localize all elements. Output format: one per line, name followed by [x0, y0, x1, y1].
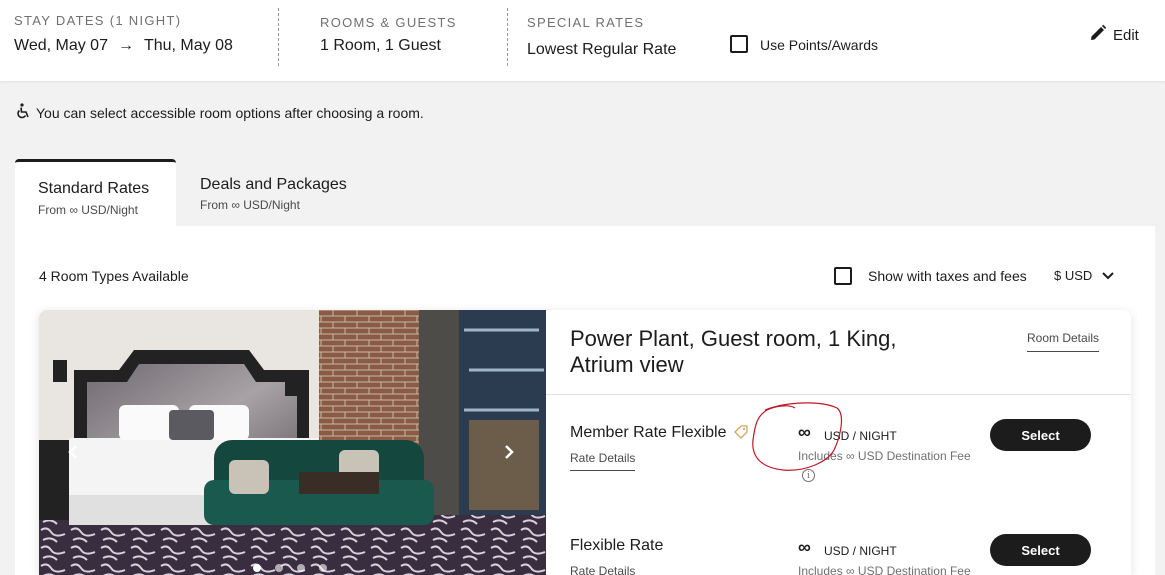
- show-taxes-checkbox[interactable]: [834, 267, 852, 285]
- show-taxes-label: Show with taxes and fees: [868, 268, 1027, 284]
- rate-price: ∞: [798, 422, 811, 442]
- divider: [278, 8, 279, 66]
- room-types-count: 4 Room Types Available: [39, 268, 189, 284]
- accessibility-notice: You can select accessible room options a…: [16, 103, 424, 122]
- checkin-date: Wed, May 07: [14, 37, 108, 54]
- rooms-guests-label: ROOMS & GUESTS: [320, 15, 457, 30]
- carousel-dot[interactable]: [275, 564, 283, 572]
- rate-details-link[interactable]: Rate Details: [570, 564, 635, 575]
- search-summary-bar: STAY DATES (1 NIGHT) Wed, May 07 → Thu, …: [0, 0, 1165, 81]
- use-points-label: Use Points/Awards: [760, 37, 879, 53]
- arrow-right-icon: →: [117, 37, 134, 54]
- special-rates-label: SPECIAL RATES: [527, 15, 645, 30]
- select-rate-button[interactable]: Select: [990, 534, 1091, 566]
- pencil-icon: [1089, 24, 1107, 46]
- carousel-prev-button[interactable]: [61, 434, 85, 474]
- carousel-dot[interactable]: [297, 564, 305, 572]
- special-rates-value[interactable]: Lowest Regular Rate: [527, 41, 676, 59]
- select-rate-button[interactable]: Select: [990, 419, 1091, 451]
- carousel-dots: [253, 564, 327, 572]
- stay-dates-label: STAY DATES (1 NIGHT): [14, 13, 182, 28]
- rate-price: ∞: [798, 537, 811, 557]
- divider: [546, 394, 1131, 395]
- destination-fee: Includes ∞ USD Destination Fee: [798, 449, 971, 463]
- checkout-date: Thu, May 08: [143, 37, 233, 54]
- rate-details-link[interactable]: Rate Details: [570, 451, 636, 471]
- tag-icon: [734, 425, 748, 444]
- destination-fee: Includes ∞ USD Destination Fee: [798, 564, 971, 575]
- edit-label: Edit: [1113, 26, 1139, 44]
- info-icon[interactable]: i: [802, 469, 815, 482]
- currency-selector[interactable]: $ USD: [1054, 268, 1115, 283]
- tab-standard-rates[interactable]: Standard Rates From ∞ USD/Night: [15, 159, 176, 227]
- chevron-down-icon: [1102, 268, 1115, 283]
- chevron-left-icon: [68, 444, 78, 464]
- rooms-guests-value[interactable]: 1 Room, 1 Guest: [320, 37, 441, 55]
- divider: [507, 8, 508, 66]
- carousel-dot[interactable]: [253, 564, 261, 572]
- rate-price-unit: USD / NIGHT: [824, 429, 897, 443]
- chevron-right-icon: [504, 444, 514, 464]
- currency-value: $ USD: [1054, 268, 1093, 283]
- rate-name: Flexible Rate: [570, 537, 664, 554]
- stay-dates-value[interactable]: Wed, May 07 → Thu, May 08: [14, 37, 233, 55]
- accessibility-notice-text: You can select accessible room options a…: [36, 104, 424, 121]
- tab-deals-and-packages[interactable]: Deals and Packages From ∞ USD/Night: [186, 160, 376, 222]
- carousel-dot[interactable]: [319, 564, 327, 572]
- use-points-checkbox[interactable]: [730, 35, 748, 53]
- room-title: Power Plant, Guest room, 1 King, Atrium …: [570, 326, 897, 377]
- rate-name: Member Rate Flexible: [570, 424, 727, 441]
- tab-subtitle: From ∞ USD/Night: [200, 198, 300, 212]
- tab-title: Deals and Packages: [200, 176, 347, 193]
- wheelchair-icon: [16, 103, 30, 122]
- room-photo: [39, 310, 546, 575]
- edit-button[interactable]: Edit: [1089, 24, 1139, 46]
- tab-title: Standard Rates: [38, 180, 150, 197]
- carousel-next-button[interactable]: [497, 434, 521, 474]
- room-details-link[interactable]: Room Details: [1027, 331, 1100, 352]
- rate-price-unit: USD / NIGHT: [824, 544, 897, 558]
- tab-subtitle: From ∞ USD/Night: [38, 203, 138, 217]
